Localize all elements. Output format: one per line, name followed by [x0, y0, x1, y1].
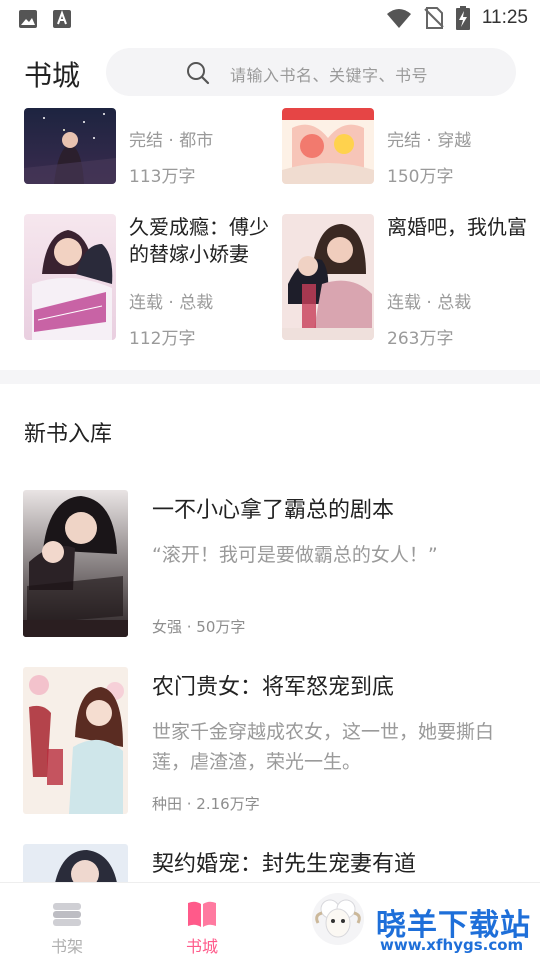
list-item[interactable]: 农门贵女：将军怒宠到底 世家千金穿越成农女，这一世，她要撕白莲，虐渣渣，荣光一生… [0, 667, 540, 817]
watermark: 晓羊下载站 www.xfhygs.com [306, 896, 538, 960]
book-cover[interactable] [24, 214, 116, 340]
book-title[interactable]: 农门贵女：将军怒宠到底 [152, 669, 522, 701]
list-item[interactable]: 一不小心拿了霸总的剧本 “滚开！我可是要做霸总的女人！” 女强 · 50万字 [0, 490, 540, 640]
section-title: 新书入库 [24, 422, 113, 447]
nav-label: 书架 [50, 937, 83, 956]
book-meta: 女强 · 50万字 [152, 618, 246, 636]
font-a-icon [53, 10, 71, 28]
book-meta: 完结 · 穿越 [387, 131, 472, 151]
search-input[interactable]: 请输入书名、关键字、书号 [106, 48, 516, 96]
page-title: 书城 [24, 59, 81, 92]
book-cover[interactable] [282, 108, 374, 184]
nav-bookshelf[interactable]: 书架 [12, 883, 122, 960]
wifi-icon [386, 9, 411, 28]
header: 书城 请输入书名、关键字、书号 [0, 44, 540, 100]
book-word-count: 150万字 [387, 167, 454, 187]
book-cover[interactable] [23, 490, 128, 637]
watermark-url: www.xfhygs.com [380, 936, 524, 954]
book-title[interactable]: 久爱成瘾：傅少的替嫁小娇妻 [129, 214, 274, 268]
section-divider [0, 370, 540, 384]
book-cover[interactable] [24, 108, 116, 184]
book-cover[interactable] [282, 214, 374, 340]
book-description: “滚开！我可是要做霸总的女人！” [152, 544, 438, 566]
book-title[interactable]: 一不小心拿了霸总的剧本 [152, 492, 522, 524]
book-meta: 完结 · 都市 [129, 131, 214, 151]
book-meta: 连载 · 总裁 [387, 293, 472, 313]
grid-book[interactable]: 完结 · 都市 113万字 [24, 108, 274, 188]
book-store-icon [188, 901, 216, 927]
battery-charging-icon [455, 6, 470, 30]
bookshelf-icon [53, 903, 81, 926]
no-sim-icon [424, 7, 444, 29]
book-title[interactable]: 契约婚宠：封先生宠妻有道 [152, 846, 522, 878]
status-time: 11:25 [481, 7, 528, 28]
nav-bookstore[interactable]: 书城 [147, 883, 257, 960]
book-description: 世家千金穿越成农女，这一世，她要撕白莲，虐渣渣，荣光一生。 [152, 721, 495, 773]
nav-label: 书城 [185, 937, 218, 956]
book-grid: 完结 · 都市 113万字 完结 · 穿越 150万字 久爱成瘾：傅少的替嫁小娇… [0, 108, 540, 370]
grid-book[interactable]: 完结 · 穿越 150万字 [282, 108, 532, 188]
search-icon [187, 62, 210, 85]
grid-book[interactable]: 离婚吧，我仇富 连载 · 总裁 263万字 [282, 214, 532, 349]
grid-book[interactable]: 久爱成瘾：傅少的替嫁小娇妻 连载 · 总裁 112万字 [24, 214, 274, 349]
book-word-count: 113万字 [129, 167, 196, 187]
book-word-count: 263万字 [387, 329, 454, 349]
book-title[interactable]: 离婚吧，我仇富 [387, 214, 532, 241]
book-meta: 连载 · 总裁 [129, 293, 214, 313]
status-bar: 11:25 [0, 0, 540, 38]
book-cover[interactable] [23, 667, 128, 814]
gallery-icon [19, 10, 37, 28]
book-meta: 种田 · 2.16万字 [152, 795, 260, 813]
book-word-count: 112万字 [129, 329, 196, 349]
search-placeholder: 请输入书名、关键字、书号 [230, 66, 429, 85]
